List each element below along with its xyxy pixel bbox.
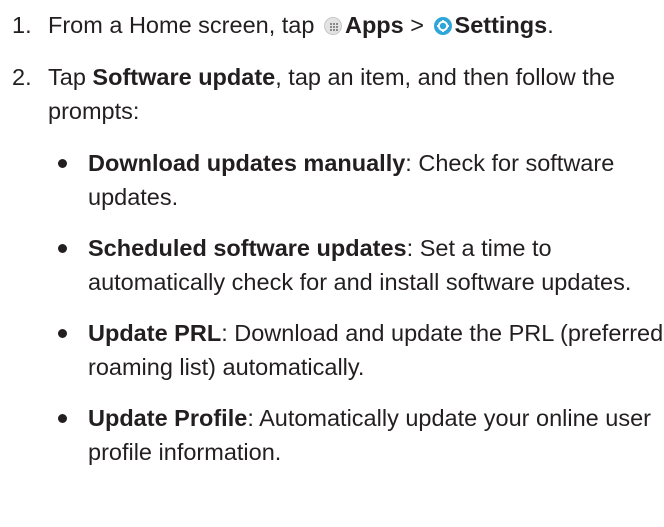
bullet-icon [58,159,67,168]
step-text: Tap Software update, tap an item, and th… [48,64,615,124]
step-2: 2. Tap Software update, tap an item, and… [0,60,664,469]
option-term: Update Profile [88,405,248,431]
step-1: 1. From a Home screen, tap Apps > Settin… [0,8,664,42]
list-item: Scheduled software updates: Set a time t… [48,231,664,299]
step-number: 1. [12,12,32,38]
step-text: From a Home screen, tap Apps > Settings. [48,12,554,38]
option-term: Update PRL [88,320,222,346]
apps-icon [323,17,342,35]
settings-gear-icon [433,17,452,35]
bullet-icon [58,329,67,338]
list-item: Download updates manually: Check for sof… [48,146,664,214]
option-term: Download updates manually [88,150,406,176]
option-list: Download updates manually: Check for sof… [48,146,664,469]
instruction-steps: 1. From a Home screen, tap Apps > Settin… [0,8,664,486]
apps-label: Apps [344,12,404,38]
step-number: 2. [12,64,32,90]
bullet-icon [58,244,67,253]
settings-label: Settings [454,12,548,38]
option-term: Scheduled software updates [88,235,407,261]
list-item: Update PRL: Download and update the PRL … [48,316,664,384]
bullet-icon [58,414,67,423]
software-update-label: Software update [92,64,276,90]
list-item: Update Profile: Automatically update you… [48,401,664,469]
